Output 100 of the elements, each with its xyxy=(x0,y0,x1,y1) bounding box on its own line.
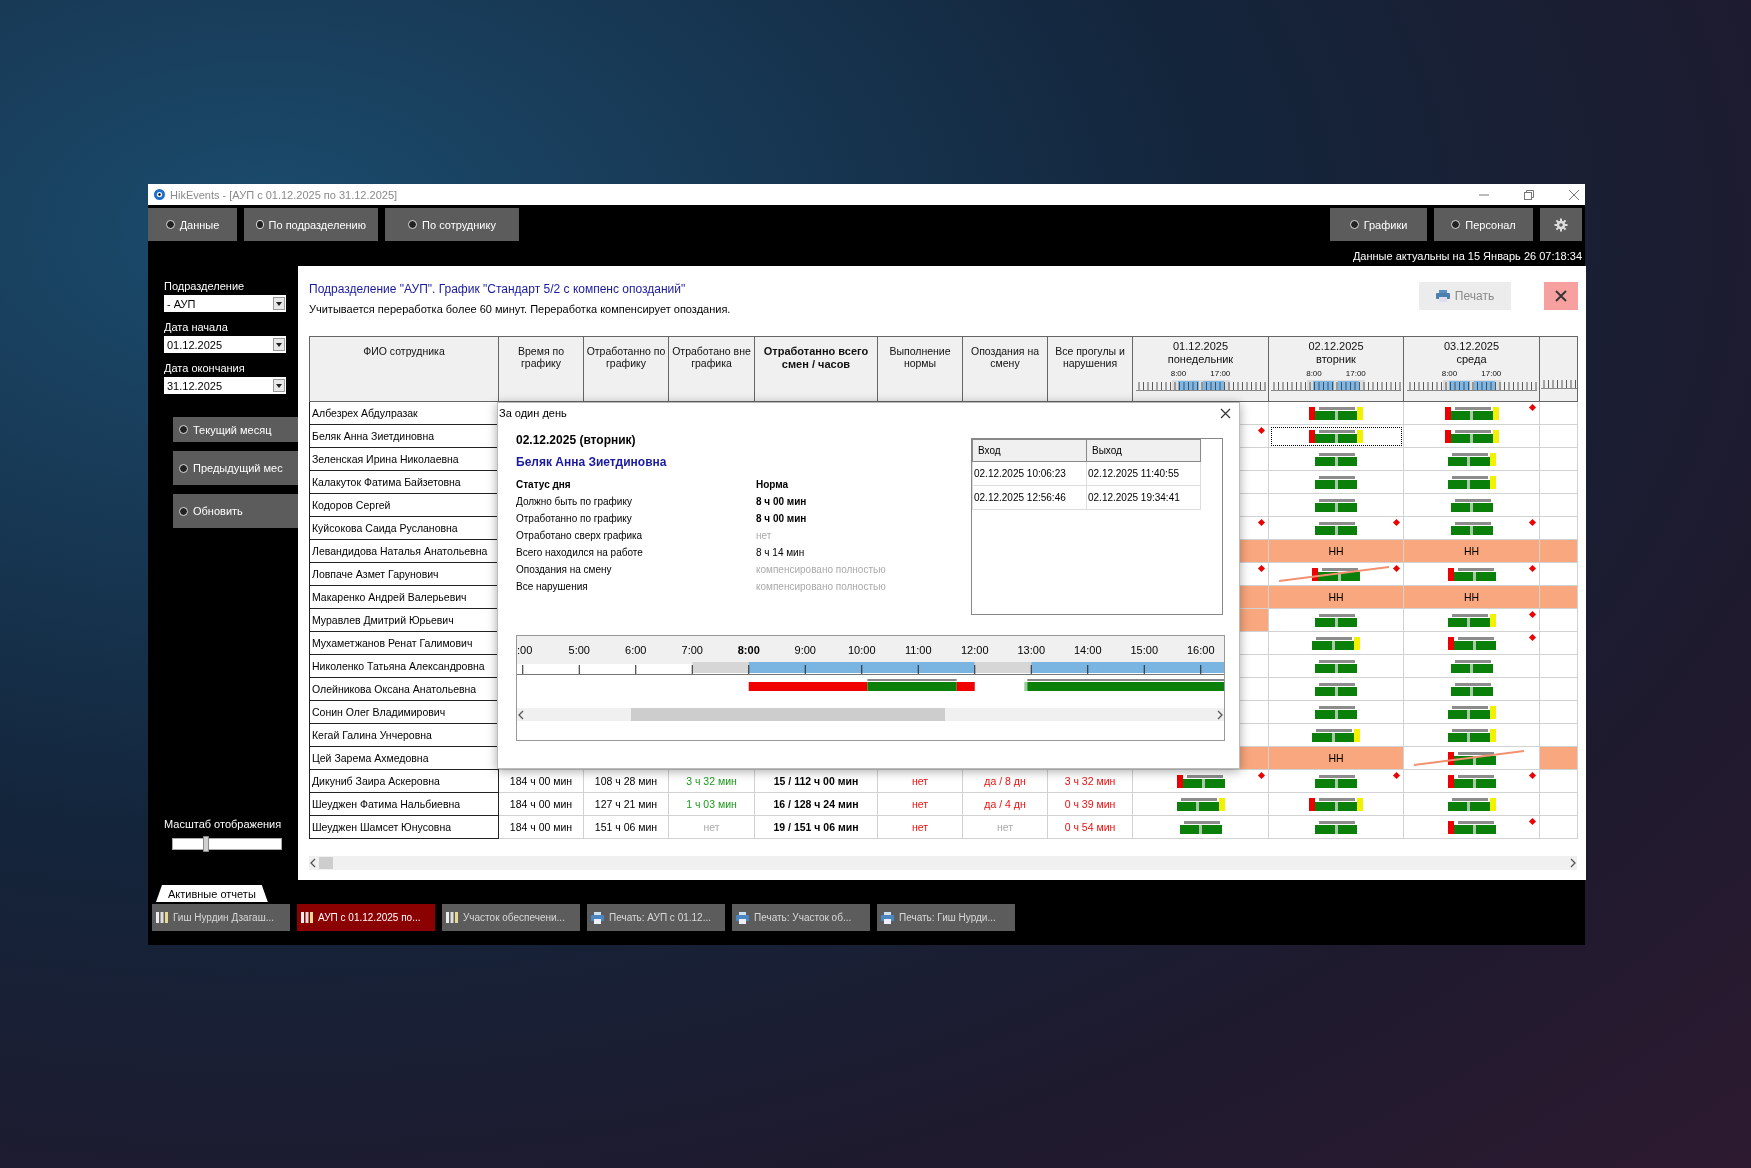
column-header: Отработано вне графика xyxy=(668,336,755,402)
weekday-label: среда xyxy=(1455,352,1488,366)
taskbar-item[interactable]: Гиш Нурдин Дзагаш... xyxy=(152,904,290,931)
hour-label: 12:00 xyxy=(960,644,990,656)
table-cell: 19 / 151 ч 06 мин xyxy=(754,815,878,839)
time-label: 17:00 xyxy=(1210,369,1231,379)
detail-value: 8 ч 14 мин xyxy=(756,547,805,560)
absence-cell[interactable]: НН xyxy=(1403,585,1540,609)
tab[interactable]: Активные отчеты xyxy=(156,885,268,902)
field-label: Дата начала xyxy=(164,321,229,333)
hour-label: :00 xyxy=(517,644,534,656)
weekday-label: вторник xyxy=(1315,352,1357,366)
date-label: 02.12.2025 xyxy=(1307,340,1365,353)
detail-label: Должно быть по графику xyxy=(516,496,633,509)
column-header: Отработанно всего смен / часов xyxy=(754,336,878,402)
hour-label: 6:00 xyxy=(624,644,648,656)
employee-name: Шеуджен Фатима Нальбиевна xyxy=(309,792,499,816)
hour-label: 8:00 xyxy=(736,644,761,656)
taskbar-item[interactable]: АУП с 01.12.2025 по... xyxy=(297,904,435,931)
table-cell: 151 ч 06 мин xyxy=(583,815,669,839)
date-label: 01.12.2025 xyxy=(1171,340,1230,353)
table-cell: 02.12.2025 11:40:55 xyxy=(1086,461,1201,486)
detail-value: компенсировано полностью xyxy=(756,564,886,577)
hour-label: 7:00 xyxy=(680,644,704,656)
table-cell: 0 ч 39 мин xyxy=(1047,792,1133,816)
column-header: Отработанно по графику xyxy=(583,336,669,402)
table-cell: нет xyxy=(877,792,963,816)
hour-label: 11:00 xyxy=(903,644,933,656)
report-title: Подразделение "АУП". График "Стандарт 5/2 с компенс опозданий" xyxy=(309,282,687,296)
detail-value: 8 ч 00 мин xyxy=(756,513,807,526)
taskbar-item[interactable]: Участок обеспечени... xyxy=(442,904,580,931)
detail-label: Всего находился на работе xyxy=(516,547,644,560)
taskbar-item[interactable]: Печать: АУП с 01.12... xyxy=(587,904,725,931)
column-header: Время по графику xyxy=(498,336,584,402)
window-title: HikEvents - [АУП с 01.12.2025 по 31.12.2025] xyxy=(170,188,399,201)
detail-label: Статус дня xyxy=(516,479,572,492)
detail-label: Отработанно по графику xyxy=(516,513,633,526)
table-cell: 02.12.2025 19:34:41 xyxy=(1086,485,1201,510)
hour-label: 16:00 xyxy=(1186,644,1216,656)
column-header: Вход xyxy=(972,439,1087,462)
hour-label: 14:00 xyxy=(1073,644,1103,656)
table-cell: 0 ч 54 мин xyxy=(1047,815,1133,839)
hour-label: 13:00 xyxy=(1016,644,1046,656)
dialog-title: За один день xyxy=(499,407,567,419)
tab[interactable]: Данные xyxy=(148,208,237,241)
hour-label: 15:00 xyxy=(1129,644,1159,656)
column-header: ФИО сотрудника xyxy=(309,336,499,402)
employee-name: Шеуджен Шамсет Юнусовна xyxy=(309,815,499,839)
time-label: 8:00 xyxy=(1441,369,1458,379)
time-label: 8:00 xyxy=(1170,369,1187,379)
tab[interactable]: По подразделению xyxy=(244,208,378,241)
dropdown-field[interactable]: - АУП xyxy=(164,295,286,312)
tab[interactable]: По сотруднику xyxy=(385,208,519,241)
tab[interactable]: Графики xyxy=(1330,208,1427,241)
column-header: Опоздания на смену xyxy=(962,336,1048,402)
detail-label: Отработано сверх графика xyxy=(516,530,644,543)
table-cell: 184 ч 00 мин xyxy=(498,815,584,839)
sidebar-button[interactable]: Текущий месяц xyxy=(173,417,298,442)
table-cell: 127 ч 21 мин xyxy=(583,792,669,816)
time-label: 17:00 xyxy=(1481,369,1502,379)
detail-value: Норма xyxy=(756,479,789,492)
data-status-text: Данные актуальны на 15 Январь 26 07:18:34 xyxy=(1352,250,1582,262)
table-cell: 184 ч 00 мин xyxy=(498,792,584,816)
dropdown-field[interactable]: 31.12.2025 xyxy=(164,377,286,394)
time-label: 17:00 xyxy=(1345,369,1366,379)
detail-value: компенсировано полностью xyxy=(756,581,886,594)
slider-label: Масштаб отображения xyxy=(164,818,283,830)
table-cell: да / 4 дн xyxy=(962,792,1048,816)
time-label: 8:00 xyxy=(1306,369,1322,379)
taskbar-item[interactable]: Печать: Участок об... xyxy=(732,904,870,931)
detail-value: нет xyxy=(756,530,772,543)
employee-name: Беляк Анна Зиетдиновна xyxy=(516,455,668,469)
day-date: 02.12.2025 (вторник) xyxy=(516,433,637,447)
absence-cell[interactable]: НН xyxy=(1268,585,1404,609)
hour-label: 10:00 xyxy=(847,644,877,656)
sidebar-button[interactable]: Обновить xyxy=(173,494,298,528)
table-cell: 1 ч 03 мин xyxy=(668,792,755,816)
dropdown-field[interactable]: 01.12.2025 xyxy=(164,336,286,353)
column-header: Выход xyxy=(1086,439,1201,462)
report-subtitle: Учитывается переработка более 60 минут. Переработка компенсирует опоздания. xyxy=(309,303,731,315)
tab[interactable]: Персонал xyxy=(1434,208,1533,241)
sidebar-button[interactable]: Предыдущий мес xyxy=(173,451,298,485)
hour-label: 5:00 xyxy=(567,644,591,656)
table-cell: 16 / 128 ч 24 мин xyxy=(754,792,878,816)
weekday-label: понедельник xyxy=(1166,352,1235,366)
table-cell: 02.12.2025 10:06:23 xyxy=(972,461,1087,486)
column-header: Все прогулы и нарушения xyxy=(1047,336,1133,402)
field-label: Дата окончания xyxy=(164,362,246,374)
column-header: Выполнение нормы xyxy=(877,336,963,402)
table-cell: 02.12.2025 12:56:46 xyxy=(972,485,1087,510)
detail-label: Все нарушения xyxy=(516,581,589,594)
taskbar-item[interactable]: Печать: Гиш Нурди... xyxy=(877,904,1015,931)
table-cell: нет xyxy=(668,815,755,839)
table-cell: нет xyxy=(877,815,963,839)
absence-cell[interactable]: НН xyxy=(1268,539,1404,563)
absence-cell[interactable]: НН xyxy=(1403,539,1540,563)
field-label: Подразделение xyxy=(164,280,246,292)
absence-cell[interactable]: НН xyxy=(1268,746,1404,770)
table-cell: нет xyxy=(962,815,1048,839)
employee-name: Дикуниб Заира Аскеровна xyxy=(309,769,499,793)
